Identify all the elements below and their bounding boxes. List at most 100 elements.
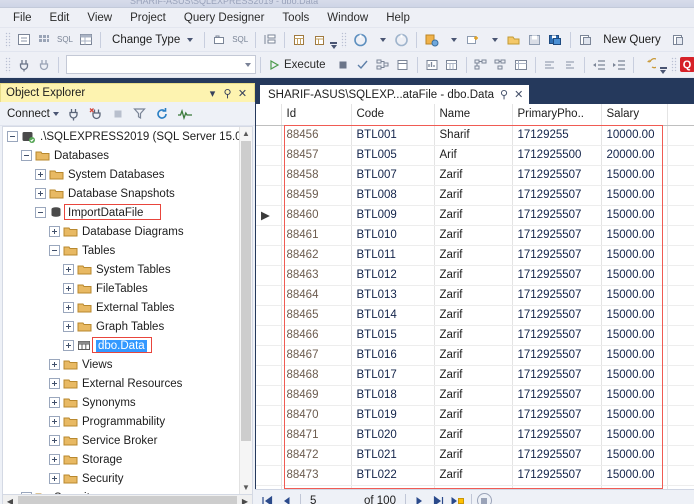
column-header-primaryphone[interactable]: PrimaryPho.. [512, 104, 602, 126]
row-selector[interactable] [256, 405, 282, 426]
cell-name[interactable]: Zarif [434, 345, 513, 366]
tree-vertical-scrollbar[interactable]: ▲ ▼ [239, 127, 252, 494]
current-row-indicator[interactable]: ▶ [256, 205, 282, 226]
cell-id[interactable]: 88471 [281, 425, 352, 446]
cell-primarypho[interactable]: 1712925507 [512, 225, 602, 246]
include-client-statistics-icon[interactable] [422, 55, 442, 75]
row-selector[interactable] [256, 365, 282, 386]
cell-salary[interactable]: 15000.00 [601, 405, 668, 426]
cell-id[interactable]: 88461 [281, 225, 352, 246]
table-row[interactable]: 88474BTL023Zarif171292550715000.00 [256, 485, 694, 489]
cell-id[interactable]: 88473 [281, 465, 352, 486]
toolbar-grip-4[interactable] [670, 56, 677, 73]
expand-icon[interactable] [63, 283, 74, 294]
cell-salary[interactable]: 15000.00 [601, 485, 668, 489]
disconnect-plug-icon[interactable] [86, 104, 106, 124]
row-selector[interactable] [256, 485, 282, 489]
forward-icon[interactable] [391, 30, 412, 50]
row-selector[interactable] [256, 325, 282, 346]
parse-icon[interactable] [353, 55, 373, 75]
row-selector[interactable] [256, 145, 282, 166]
cell-id[interactable]: 88469 [281, 385, 352, 406]
cell-code[interactable]: BTL017 [351, 365, 435, 386]
cell-code[interactable]: BTL020 [351, 425, 435, 446]
column-header-salary[interactable]: Salary [601, 104, 668, 126]
cell-name[interactable]: Arif [434, 145, 513, 166]
column-header-name[interactable]: Name [434, 104, 513, 126]
back-icon[interactable] [350, 30, 371, 50]
chevron-down-icon[interactable]: ▾ [205, 87, 220, 100]
row-selector[interactable] [256, 265, 282, 286]
column-header-id[interactable]: Id [281, 104, 352, 126]
collapse-icon[interactable] [49, 245, 60, 256]
cell-primarypho[interactable]: 1712925507 [512, 205, 602, 226]
table-row[interactable]: 88461 BTL010 Zarif 1712925507 15000.00 [256, 225, 694, 246]
cell-salary[interactable]: 15000.00 [601, 465, 668, 486]
cell-name[interactable]: Zarif [434, 325, 513, 346]
expand-icon[interactable] [49, 378, 60, 389]
cell-name[interactable]: Zarif [434, 225, 513, 246]
cell-code[interactable]: BTL007 [351, 165, 435, 186]
expand-icon[interactable] [49, 397, 60, 408]
row-selector[interactable] [256, 165, 282, 186]
expand-icon[interactable] [63, 321, 74, 332]
expand-icon[interactable] [49, 226, 60, 237]
cell-code[interactable]: BTL023 [351, 485, 435, 489]
new-record-icon[interactable] [449, 492, 466, 504]
cell-code[interactable]: BTL019 [351, 405, 435, 426]
table-row[interactable]: 88467 BTL016 Zarif 1712925507 15000.00 [256, 345, 694, 366]
cell-id[interactable]: 88457 [281, 145, 352, 166]
tree-node-databases[interactable]: Databases [3, 146, 252, 165]
tree-node-programmability[interactable]: Programmability [3, 412, 252, 431]
expand-icon[interactable] [63, 302, 74, 313]
cell-salary[interactable]: 15000.00 [601, 425, 668, 446]
analysis-services-mdx-icon[interactable]: MDX [689, 30, 694, 50]
cell-salary[interactable]: 15000.00 [601, 225, 668, 246]
cell-id[interactable]: 88467 [281, 345, 352, 366]
previous-record-icon[interactable] [278, 492, 295, 504]
change-type-button[interactable]: Change Type [105, 30, 200, 50]
tree-horizontal-scrollbar[interactable]: ◀ ▶ [2, 495, 253, 504]
cell-salary[interactable]: 15000.00 [601, 345, 668, 366]
row-selector-header[interactable] [256, 104, 282, 126]
pin-icon[interactable]: ⚲ [500, 88, 508, 101]
diagram-pane-icon[interactable] [14, 30, 34, 50]
cell-primarypho[interactable]: 1712925507 [512, 425, 602, 446]
add-new-item-dropdown-icon[interactable] [442, 30, 462, 50]
tree-node-tables[interactable]: Tables [3, 241, 252, 260]
table-row[interactable]: 88462 BTL011 Zarif 1712925507 15000.00 [256, 245, 694, 266]
execute-button[interactable]: Execute [265, 55, 333, 75]
table-row[interactable]: 88472 BTL021 Zarif 1712925507 15000.00 [256, 445, 694, 466]
cell-salary[interactable]: 10000.00 [601, 125, 668, 146]
verify-sql-icon[interactable] [209, 30, 229, 50]
table-row[interactable]: 88463 BTL012 Zarif 1712925507 15000.00 [256, 265, 694, 286]
cell-primarypho[interactable]: 1712925507 [512, 345, 602, 366]
tree-node-security[interactable]: Security [3, 469, 252, 488]
tree-node-filetables[interactable]: FileTables [3, 279, 252, 298]
expand-icon[interactable] [49, 416, 60, 427]
tree-node-graph-tables[interactable]: Graph Tables [3, 317, 252, 336]
expand-icon[interactable] [49, 359, 60, 370]
cell-code[interactable]: BTL001 [351, 125, 435, 146]
table-row[interactable]: 88466 BTL015 Zarif 1712925507 15000.00 [256, 325, 694, 346]
row-selector[interactable] [256, 185, 282, 206]
scroll-right-arrow[interactable]: ▶ [238, 497, 252, 504]
hscroll-thumb[interactable] [18, 496, 237, 504]
cell-name[interactable]: Zarif [434, 205, 513, 226]
add-derived-table-icon[interactable] [309, 30, 329, 50]
cell-salary[interactable]: 15000.00 [601, 385, 668, 406]
display-estimated-plan-icon[interactable] [373, 55, 393, 75]
row-selector[interactable] [256, 465, 282, 486]
scroll-thumb[interactable] [241, 141, 251, 441]
results-to-grid-icon[interactable] [442, 55, 462, 75]
new-project-dropdown-icon[interactable] [483, 30, 503, 50]
table-row[interactable]: 88471 BTL020 Zarif 1712925507 15000.00 [256, 425, 694, 446]
row-selector[interactable] [256, 285, 282, 306]
cell-code[interactable]: BTL011 [351, 245, 435, 266]
row-selector[interactable] [256, 305, 282, 326]
cell-id[interactable]: 88462 [281, 245, 352, 266]
cell-primarypho[interactable]: 1712925507 [512, 185, 602, 206]
expand-icon[interactable] [35, 188, 46, 199]
increase-indent-icon[interactable] [609, 55, 629, 75]
add-table-icon[interactable] [289, 30, 309, 50]
